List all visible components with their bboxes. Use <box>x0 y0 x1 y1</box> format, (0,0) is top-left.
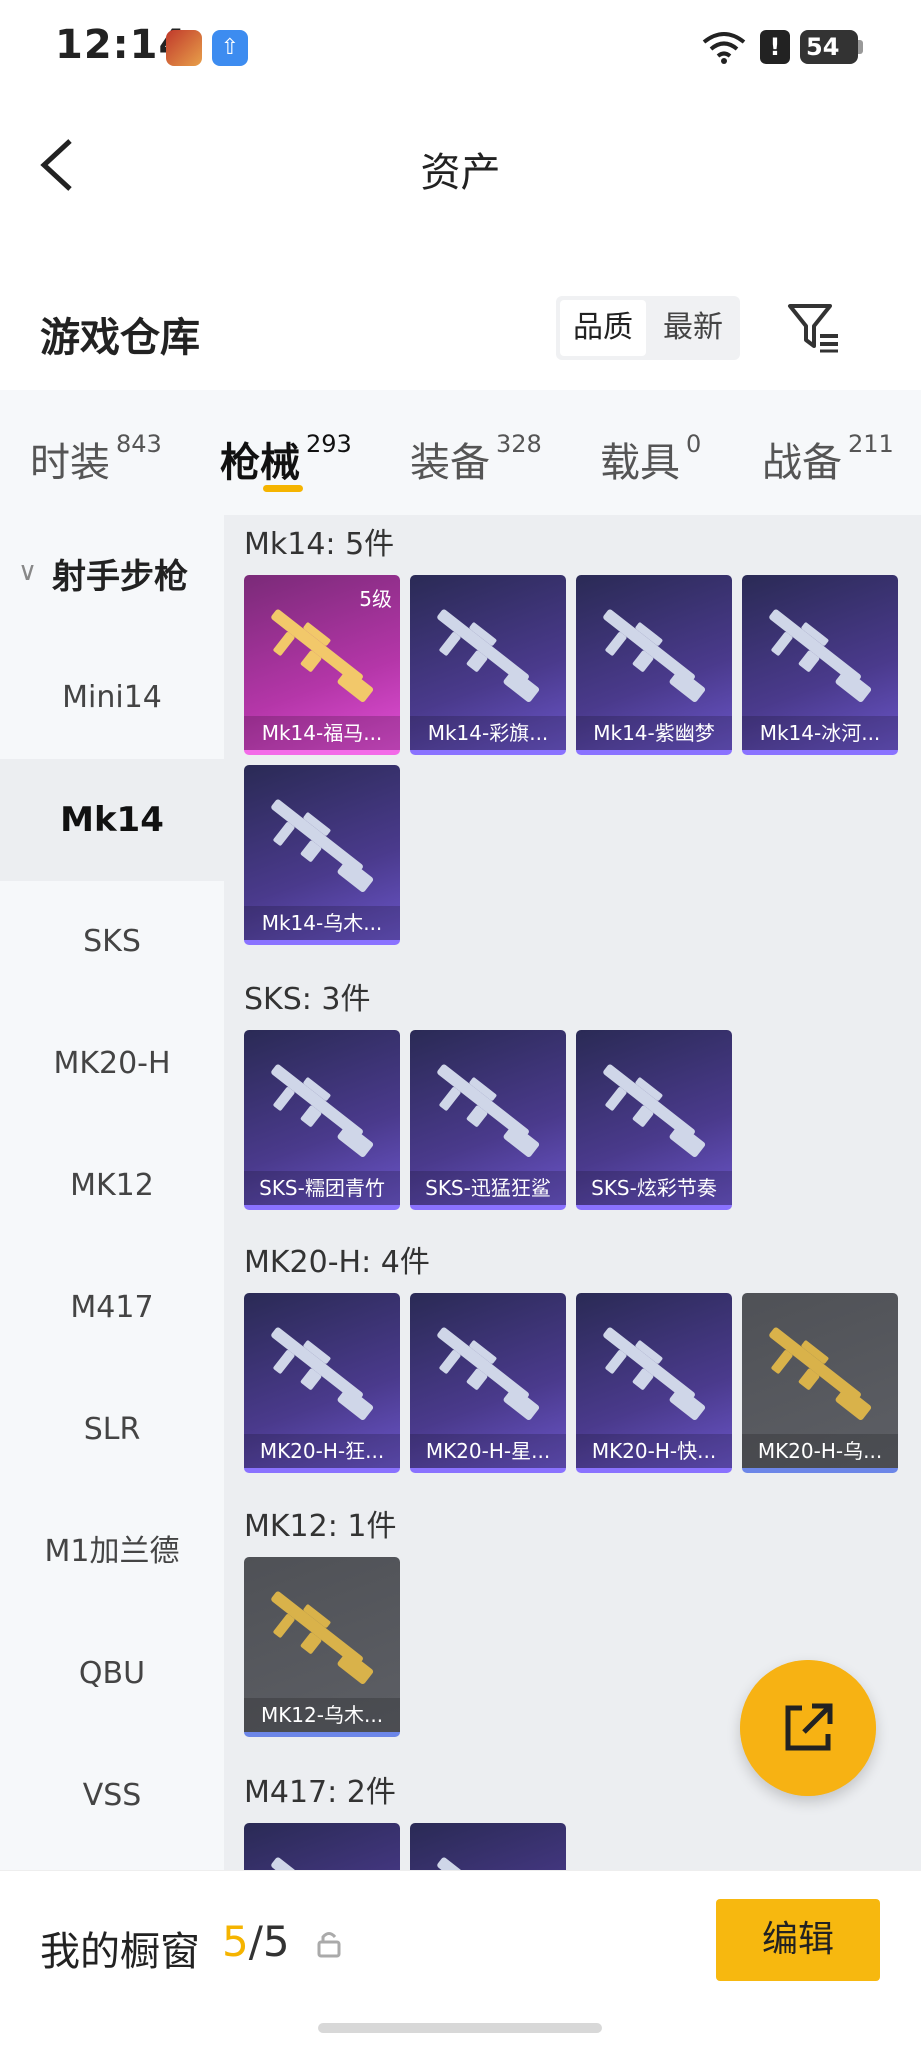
sidebar-item-vss[interactable]: VSS <box>0 1735 224 1857</box>
sort-newest-button[interactable]: 最新 <box>650 300 736 356</box>
skin-card[interactable]: 5级 Mk14-福马... <box>244 575 400 755</box>
sidebar-group-header[interactable]: ∨ 射手步枪 <box>0 515 224 637</box>
sidebar-item-m1加兰德[interactable]: M1加兰德 <box>0 1491 224 1613</box>
gun-image <box>603 1327 706 1421</box>
section-title: MK20-H: 4件 <box>244 1245 430 1280</box>
sidebar-item-mk20-h[interactable]: MK20-H <box>0 1003 224 1125</box>
gun-image <box>437 1857 529 1870</box>
gun-image <box>437 1064 540 1158</box>
section-title: M417: 2件 <box>244 1775 396 1810</box>
tab-count: 0 <box>686 430 702 458</box>
sidebar-item-slr[interactable]: SLR <box>0 1369 224 1491</box>
showcase-total: 5 <box>262 1917 290 1966</box>
alert-icon: ! <box>760 30 790 64</box>
tab-count: 211 <box>848 430 894 458</box>
gun-image <box>769 1327 872 1421</box>
showcase-separator: / <box>248 1917 263 1966</box>
skin-card[interactable]: Mk14-紫幽梦 <box>576 575 732 755</box>
skin-name: Mk14-冰河... <box>742 716 898 750</box>
status-bar: 12:14 ⇧ ! 54 <box>0 0 921 95</box>
tab-supplies[interactable]: 战备 211 <box>762 430 894 488</box>
sidebar-item-mk12[interactable]: MK12 <box>0 1125 224 1247</box>
tab-fashion[interactable]: 时装 843 <box>30 430 162 488</box>
gun-image <box>271 1591 374 1685</box>
sort-quality-button[interactable]: 品质 <box>560 300 646 356</box>
gun-image <box>437 609 540 703</box>
skin-card[interactable]: SKS-炫彩节奏 <box>576 1030 732 1210</box>
gun-image <box>437 1327 540 1421</box>
skin-card[interactable]: MK20-H-快... <box>576 1293 732 1473</box>
sidebar-item-sks[interactable]: SKS <box>0 881 224 1003</box>
skin-name: MK20-H-快... <box>576 1434 732 1468</box>
filter-icon[interactable] <box>786 300 842 354</box>
game-app-icon <box>166 30 202 66</box>
skin-name: SKS-迅猛狂鲨 <box>410 1171 566 1205</box>
battery-icon: 54 <box>800 30 858 64</box>
skin-card[interactable]: Mk14-冰河... <box>742 575 898 755</box>
page-title: 资产 <box>420 150 501 196</box>
skin-name: MK12-乌木... <box>244 1698 400 1732</box>
tab-count: 843 <box>116 430 162 458</box>
skin-card[interactable]: MK20-H-星... <box>410 1293 566 1473</box>
tab-count: 328 <box>496 430 542 458</box>
skin-card[interactable]: SKS-迅猛狂鲨 <box>410 1030 566 1210</box>
tab-equipment[interactable]: 装备 328 <box>410 430 542 488</box>
category-tabs: 时装 843 枪械 293 装备 328 载具 0 战备 211 <box>0 390 921 515</box>
tab-count: 293 <box>306 430 352 458</box>
lock-icon <box>317 1932 341 1958</box>
tab-vehicles[interactable]: 载具 0 <box>600 430 701 488</box>
gun-image <box>271 1857 363 1870</box>
gun-image <box>271 1327 374 1421</box>
skin-card[interactable]: MK20-H-乌... <box>742 1293 898 1473</box>
warehouse-title: 游戏仓库 <box>40 315 200 361</box>
gun-image <box>271 799 374 893</box>
gun-image <box>271 1064 374 1158</box>
showcase-count: 5/5 <box>222 1917 290 1966</box>
chevron-down-icon: ∨ <box>18 557 38 587</box>
section-title: MK12: 1件 <box>244 1509 397 1544</box>
share-fab-button[interactable] <box>740 1660 876 1796</box>
skin-name: Mk14-紫幽梦 <box>576 716 732 750</box>
skin-name: Mk14-彩旗... <box>410 716 566 750</box>
weapon-sidebar: ∨ 射手步枪 Mini14 Mk14 SKS MK20-H MK12 M417 SLR M1加… <box>0 515 224 1870</box>
skin-card[interactable]: MK12-乌木... <box>244 1557 400 1737</box>
skin-name: MK20-H-星... <box>410 1434 566 1468</box>
skin-name: MK20-H-乌... <box>742 1434 898 1468</box>
sidebar-item-qbu[interactable]: QBU <box>0 1613 224 1735</box>
skin-name: SKS-炫彩节奏 <box>576 1171 732 1205</box>
sort-toggle: 品质 最新 <box>556 296 740 360</box>
skin-card[interactable] <box>244 1823 400 1870</box>
skin-card[interactable]: Mk14-彩旗... <box>410 575 566 755</box>
level-badge: 5级 <box>359 587 392 611</box>
sidebar-item-mk14[interactable]: Mk14 <box>0 759 224 881</box>
gun-image <box>603 609 706 703</box>
gun-image <box>603 1064 706 1158</box>
skin-name: Mk14-乌木... <box>244 906 400 940</box>
sidebar-group-label: 射手步枪 <box>52 557 188 597</box>
sidebar-item-mini14[interactable]: Mini14 <box>0 637 224 759</box>
edit-button[interactable]: 编辑 <box>716 1899 880 1981</box>
tab-guns[interactable]: 枪械 293 <box>220 430 352 488</box>
active-tab-indicator <box>263 485 303 492</box>
upload-app-icon: ⇧ <box>212 30 248 66</box>
skin-name: MK20-H-狂... <box>244 1434 400 1468</box>
gun-image <box>769 609 872 703</box>
section-title: SKS: 3件 <box>244 982 371 1017</box>
skin-card[interactable]: Mk14-乌木... <box>244 765 400 945</box>
section-title: Mk14: 5件 <box>244 527 395 562</box>
bottom-bar: 我的橱窗 5/5 编辑 <box>0 1870 921 2050</box>
battery-tip <box>858 40 863 54</box>
showcase-label: 我的橱窗 <box>40 1929 200 1975</box>
showcase-current: 5 <box>222 1917 249 1966</box>
wifi-icon <box>702 32 746 64</box>
skin-card[interactable] <box>410 1823 566 1870</box>
skin-card[interactable]: SKS-糯团青竹 <box>244 1030 400 1210</box>
skin-card[interactable]: MK20-H-狂... <box>244 1293 400 1473</box>
skin-name: Mk14-福马... <box>244 716 400 750</box>
home-indicator <box>318 2023 602 2033</box>
sidebar-item-m417[interactable]: M417 <box>0 1247 224 1369</box>
skin-name: SKS-糯团青竹 <box>244 1171 400 1205</box>
